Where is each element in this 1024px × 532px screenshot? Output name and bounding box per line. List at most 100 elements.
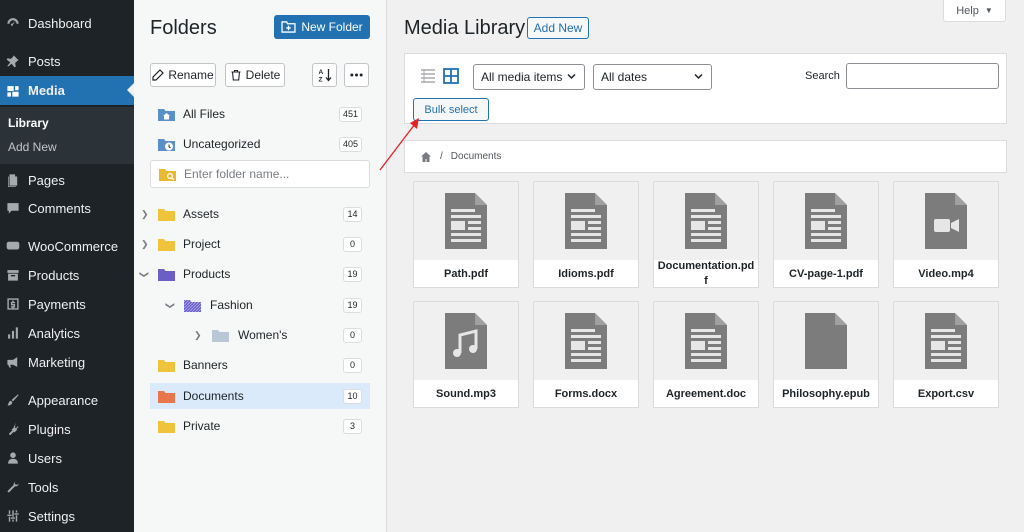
menu-analytics[interactable]: Analytics [0, 320, 134, 346]
uncategorized-folder-icon [158, 138, 175, 151]
file-name: Sound.mp3 [436, 387, 496, 400]
menu-users[interactable]: Users [0, 445, 134, 471]
folder-project[interactable]: ❯ Project 0 [141, 231, 370, 257]
count-badge: 19 [343, 297, 362, 313]
media-tile[interactable]: Forms.docx [533, 301, 639, 408]
date-filter[interactable]: All dates [593, 64, 712, 90]
count-badge: 3 [343, 418, 362, 434]
list-view-icon[interactable] [420, 68, 436, 84]
rename-button[interactable]: Rename [150, 63, 216, 87]
home-folder-icon [158, 108, 175, 121]
folder-name-input[interactable]: Enter folder name... [150, 160, 370, 188]
video-icon [894, 182, 998, 260]
folder-assets[interactable]: ❯ Assets 14 [141, 201, 370, 227]
menu-plugins[interactable]: Plugins [0, 416, 134, 442]
menu-settings[interactable]: Settings [0, 503, 134, 529]
dashboard-icon [6, 16, 20, 30]
more-options-button[interactable] [344, 63, 369, 87]
file-name: Agreement.doc [665, 387, 747, 400]
menu-dashboard[interactable]: Dashboard [0, 10, 134, 36]
audio-icon [414, 302, 518, 380]
chevron-right-icon[interactable]: ❯ [194, 330, 202, 341]
menu-appearance[interactable]: Appearance [0, 387, 134, 413]
breadcrumb: / Documents [404, 140, 1007, 173]
media-tile[interactable]: Video.mp4 [893, 181, 999, 288]
folder-uncategorized[interactable]: Uncategorized 405 [150, 131, 370, 157]
menu-posts[interactable]: Posts [0, 48, 134, 74]
pencil-icon [152, 69, 165, 81]
media-tile[interactable]: Philosophy.epub [773, 301, 879, 408]
media-tile[interactable]: Sound.mp3 [413, 301, 519, 408]
media-toolbar: All media items All dates Search Bulk se… [404, 53, 1007, 124]
menu-comments[interactable]: Comments [0, 195, 134, 221]
breadcrumb-current: Documents [450, 151, 502, 162]
menu-media[interactable]: Media [0, 76, 134, 105]
file-name: Video.mp4 [918, 267, 974, 280]
media-submenu: Library Add New [0, 107, 134, 164]
media-type-filter[interactable]: All media items [473, 64, 585, 90]
pin-icon [6, 54, 20, 68]
media-tile[interactable]: Documentation.pdf [653, 181, 759, 288]
file-name: Philosophy.epub [782, 387, 870, 400]
media-icon [6, 84, 20, 98]
bar-chart-icon [6, 326, 20, 340]
file-name: Idioms.pdf [558, 267, 614, 280]
sort-button[interactable]: AZ [312, 63, 337, 87]
file-name: Documentation.pdf [657, 260, 755, 287]
svg-text:Z: Z [318, 77, 322, 83]
delete-button[interactable]: Delete [225, 63, 285, 87]
menu-products[interactable]: Products [0, 262, 134, 288]
svg-text:A: A [318, 69, 323, 76]
submenu-add-new[interactable]: Add New [8, 140, 57, 154]
blank-file-icon [774, 302, 878, 380]
new-folder-button[interactable]: New Folder [274, 15, 370, 39]
menu-marketing[interactable]: Marketing [0, 349, 134, 375]
count-badge: 0 [343, 327, 362, 343]
page-title: Media Library [404, 17, 526, 39]
sort-az-icon: AZ [318, 69, 331, 83]
media-tile[interactable]: Export.csv [893, 301, 999, 408]
folder-documents[interactable]: Documents 10 [150, 383, 370, 409]
home-icon[interactable] [420, 151, 432, 163]
media-tile[interactable]: Path.pdf [413, 181, 519, 288]
add-new-button[interactable]: Add New [527, 17, 589, 39]
count-badge: 0 [343, 357, 362, 373]
archive-icon [6, 268, 20, 282]
folder-all-files[interactable]: All Files 451 [150, 101, 370, 127]
plug-icon [6, 422, 20, 436]
chevron-right-icon[interactable]: ❯ [141, 239, 149, 250]
menu-payments[interactable]: Payments [0, 291, 134, 317]
folder-plus-icon [281, 21, 296, 33]
file-name: Path.pdf [444, 267, 488, 280]
chevron-down-icon[interactable]: ❯ [138, 270, 149, 278]
chevron-down-icon [567, 73, 576, 80]
menu-pages[interactable]: Pages [0, 167, 134, 193]
folder-icon [212, 329, 229, 342]
menu-tools[interactable]: Tools [0, 474, 134, 500]
media-tile[interactable]: Idioms.pdf [533, 181, 639, 288]
wrench-icon [6, 480, 20, 494]
search-input[interactable] [846, 63, 999, 89]
grid-view-icon[interactable] [443, 68, 459, 84]
folder-womens[interactable]: ❯ Women's 0 [150, 322, 370, 348]
folder-icon [158, 238, 175, 251]
chevron-down-icon[interactable]: ❯ [164, 301, 175, 309]
help-tab[interactable]: Help ▼ [943, 0, 1006, 22]
folder-private[interactable]: Private 3 [150, 413, 370, 439]
media-tile[interactable]: Agreement.doc [653, 301, 759, 408]
folder-fashion[interactable]: ❯ Fashion 19 [150, 292, 370, 318]
user-icon [6, 451, 20, 465]
chevron-right-icon[interactable]: ❯ [141, 209, 149, 220]
folder-products[interactable]: ❯ Products 19 [139, 261, 370, 287]
megaphone-icon [6, 355, 20, 369]
submenu-library[interactable]: Library [8, 116, 49, 130]
folder-icon [158, 420, 175, 433]
folder-banners[interactable]: Banners 0 [150, 352, 370, 378]
ellipsis-icon [350, 73, 363, 77]
folder-icon [158, 390, 175, 403]
dollar-icon [6, 297, 20, 311]
media-tile[interactable]: CV-page-1.pdf [773, 181, 879, 288]
admin-sidebar: Dashboard Posts Media Library Add New Pa… [0, 0, 134, 532]
menu-woocommerce[interactable]: WooCommerce [0, 233, 134, 259]
count-badge: 10 [343, 388, 362, 404]
